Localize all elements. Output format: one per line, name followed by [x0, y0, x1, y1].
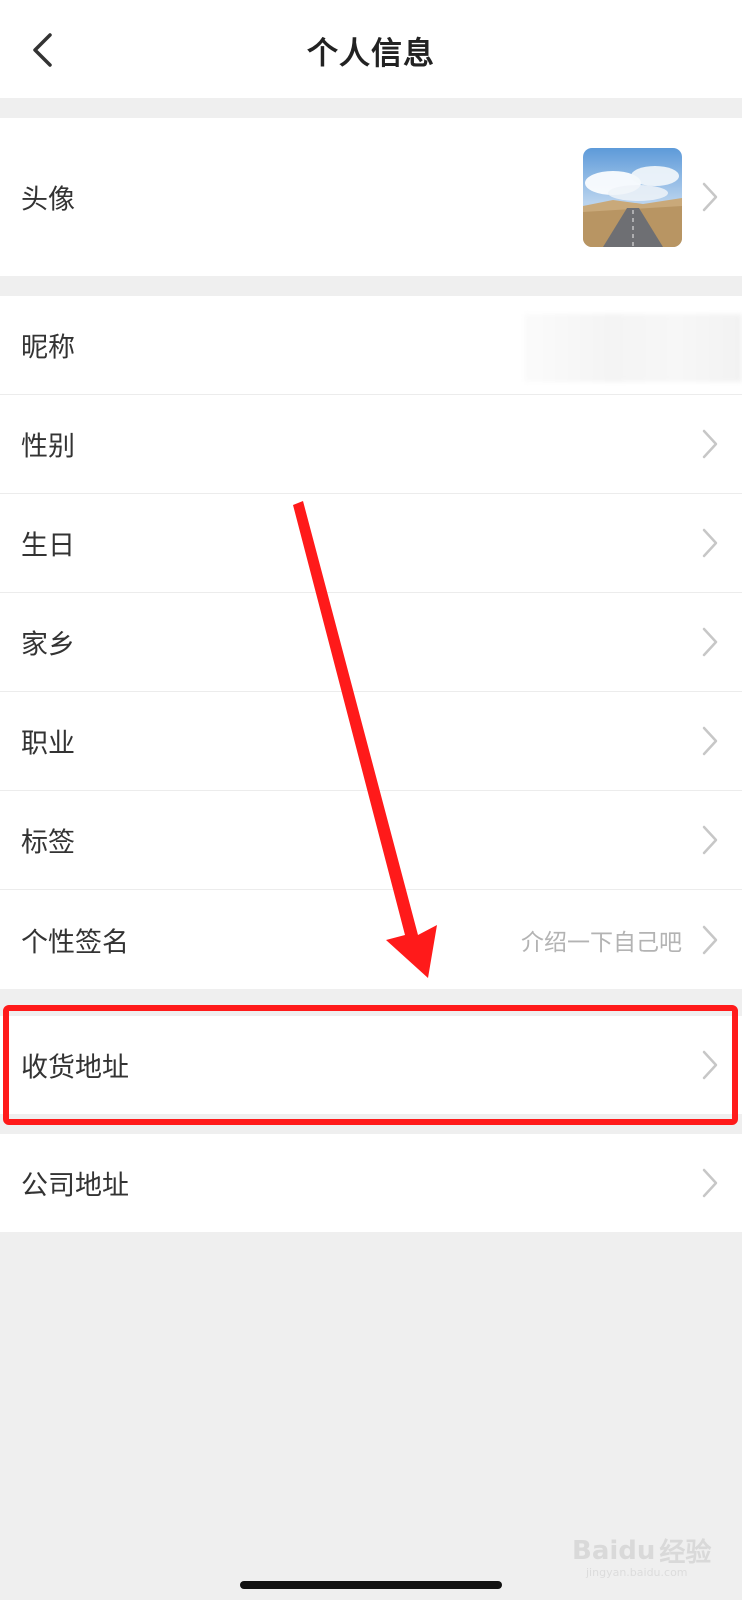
- nickname-value-blurred: [524, 314, 742, 382]
- row-birthday[interactable]: 生日: [0, 494, 742, 593]
- chevron-right-icon: [702, 627, 718, 657]
- chevron-right-icon: [702, 925, 718, 954]
- row-label: 家乡: [21, 629, 75, 661]
- row-label: 生日: [21, 530, 75, 562]
- nav-bar: 个人信息: [0, 0, 742, 98]
- avatar-label: 头像: [21, 184, 75, 216]
- avatar[interactable]: [583, 148, 682, 247]
- profile-info-group: 昵称 性别 生日 家乡 职业 标签 个性签名 介绍一下自己吧: [0, 296, 742, 989]
- page-title: 个人信息: [307, 36, 435, 72]
- chevron-right-icon: [702, 429, 718, 459]
- watermark-suffix: 经验: [659, 1538, 712, 1568]
- avatar-group: 头像: [0, 118, 742, 276]
- watermark-url: jingyan.baidu.com: [586, 1566, 688, 1579]
- row-label: 标签: [21, 827, 75, 859]
- row-shipping-address[interactable]: 收货地址: [0, 1016, 742, 1114]
- chevron-right-icon: [702, 1050, 718, 1080]
- row-label: 公司地址: [21, 1170, 129, 1202]
- row-gender[interactable]: 性别: [0, 395, 742, 494]
- row-occupation[interactable]: 职业: [0, 692, 742, 791]
- chevron-right-icon: [702, 182, 718, 212]
- chevron-right-icon: [702, 528, 718, 558]
- signature-placeholder: 介绍一下自己吧: [521, 929, 682, 956]
- row-label: 昵称: [21, 332, 75, 364]
- row-hometown[interactable]: 家乡: [0, 593, 742, 692]
- row-nickname[interactable]: 昵称: [0, 296, 742, 395]
- row-label: 职业: [21, 728, 75, 760]
- company-address-group: 公司地址: [0, 1134, 742, 1232]
- row-signature[interactable]: 个性签名 介绍一下自己吧: [0, 890, 742, 989]
- row-tags[interactable]: 标签: [0, 791, 742, 890]
- row-company-address[interactable]: 公司地址: [0, 1134, 742, 1232]
- row-label: 个性签名: [21, 927, 129, 958]
- avatar-row[interactable]: 头像: [0, 118, 742, 276]
- home-indicator: [240, 1581, 502, 1589]
- chevron-right-icon: [702, 1168, 718, 1198]
- row-label: 性别: [21, 431, 75, 463]
- shipping-address-group: 收货地址: [0, 1016, 742, 1114]
- chevron-right-icon: [702, 726, 718, 756]
- row-label: 收货地址: [21, 1052, 129, 1084]
- chevron-right-icon: [702, 825, 718, 855]
- watermark-brand: Baidu: [572, 1535, 656, 1566]
- watermark-logo: Baidu 经验: [572, 1532, 711, 1569]
